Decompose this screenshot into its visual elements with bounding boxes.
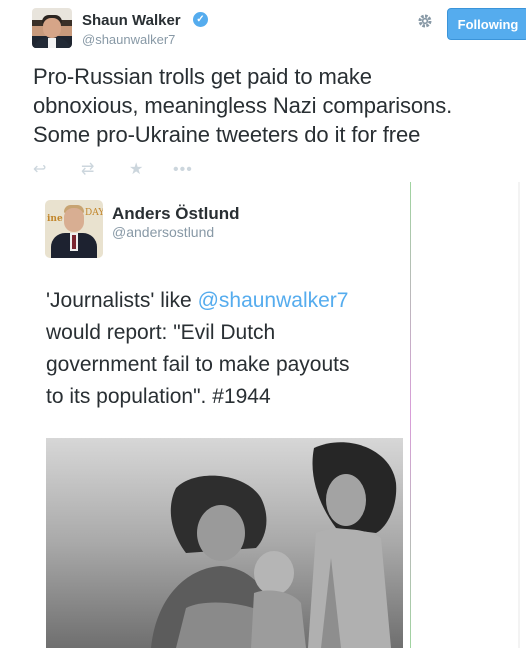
author-avatar[interactable]: [32, 8, 72, 48]
favorite-icon[interactable]: ★: [129, 160, 143, 180]
verified-badge-icon: ✓: [193, 12, 208, 27]
gear-icon[interactable]: [416, 12, 434, 30]
embedded-author-handle: @andersostlund: [112, 224, 215, 240]
tweet-text-line: Some pro-Ukraine tweeters do it for free: [33, 122, 421, 147]
embedded-text-prefix: 'Journalists' like: [46, 289, 198, 312]
author-name[interactable]: Shaun Walker: [82, 12, 181, 29]
gear-icon-svg: [418, 14, 432, 28]
embedded-text-line: 'Journalists' like @shaunwalker7: [46, 285, 406, 317]
author-handle[interactable]: @shaunwalker7: [82, 32, 175, 47]
avatar-backdrop-text: DAY: [85, 208, 103, 218]
avatar-face: [64, 208, 84, 232]
tweet-text-line: obnoxious, meaningless Nazi comparisons.: [33, 93, 453, 118]
reply-icon[interactable]: ↩: [33, 160, 46, 180]
embedded-text-line: would report: "Evil Dutch: [46, 321, 276, 344]
avatar-backdrop-text: ine: [47, 214, 63, 224]
tweet-text: Pro-Russian trolls get paid to make obno…: [33, 62, 523, 149]
embedded-photo: [46, 438, 403, 648]
following-button[interactable]: Following: [447, 8, 526, 40]
embedded-text-line: to its population". #1944: [46, 385, 271, 408]
embedded-screenshot: ine DAY Anders Östlund @andersostlund 'J…: [0, 182, 526, 648]
avatar-collar: [48, 38, 56, 48]
photo-image: [46, 438, 403, 648]
retweet-icon[interactable]: ⇄: [81, 160, 94, 180]
mention-link: @shaunwalker7: [197, 289, 349, 312]
tweet: Shaun Walker ✓ @shaunwalker7 Following P…: [0, 0, 526, 648]
embedded-author-avatar: ine DAY: [45, 200, 103, 258]
tweet-text-line: Pro-Russian trolls get paid to make: [33, 64, 372, 89]
divider: [410, 182, 411, 648]
embedded-tweet-text: 'Journalists' like @shaunwalker7 would r…: [46, 285, 406, 413]
embedded-author-name: Anders Östlund: [112, 204, 240, 223]
avatar-face: [43, 18, 61, 38]
avatar-tie: [72, 235, 76, 249]
embedded-text-line: government fail to make payouts: [46, 353, 350, 376]
more-icon[interactable]: •••: [173, 160, 193, 180]
divider: [518, 182, 520, 648]
